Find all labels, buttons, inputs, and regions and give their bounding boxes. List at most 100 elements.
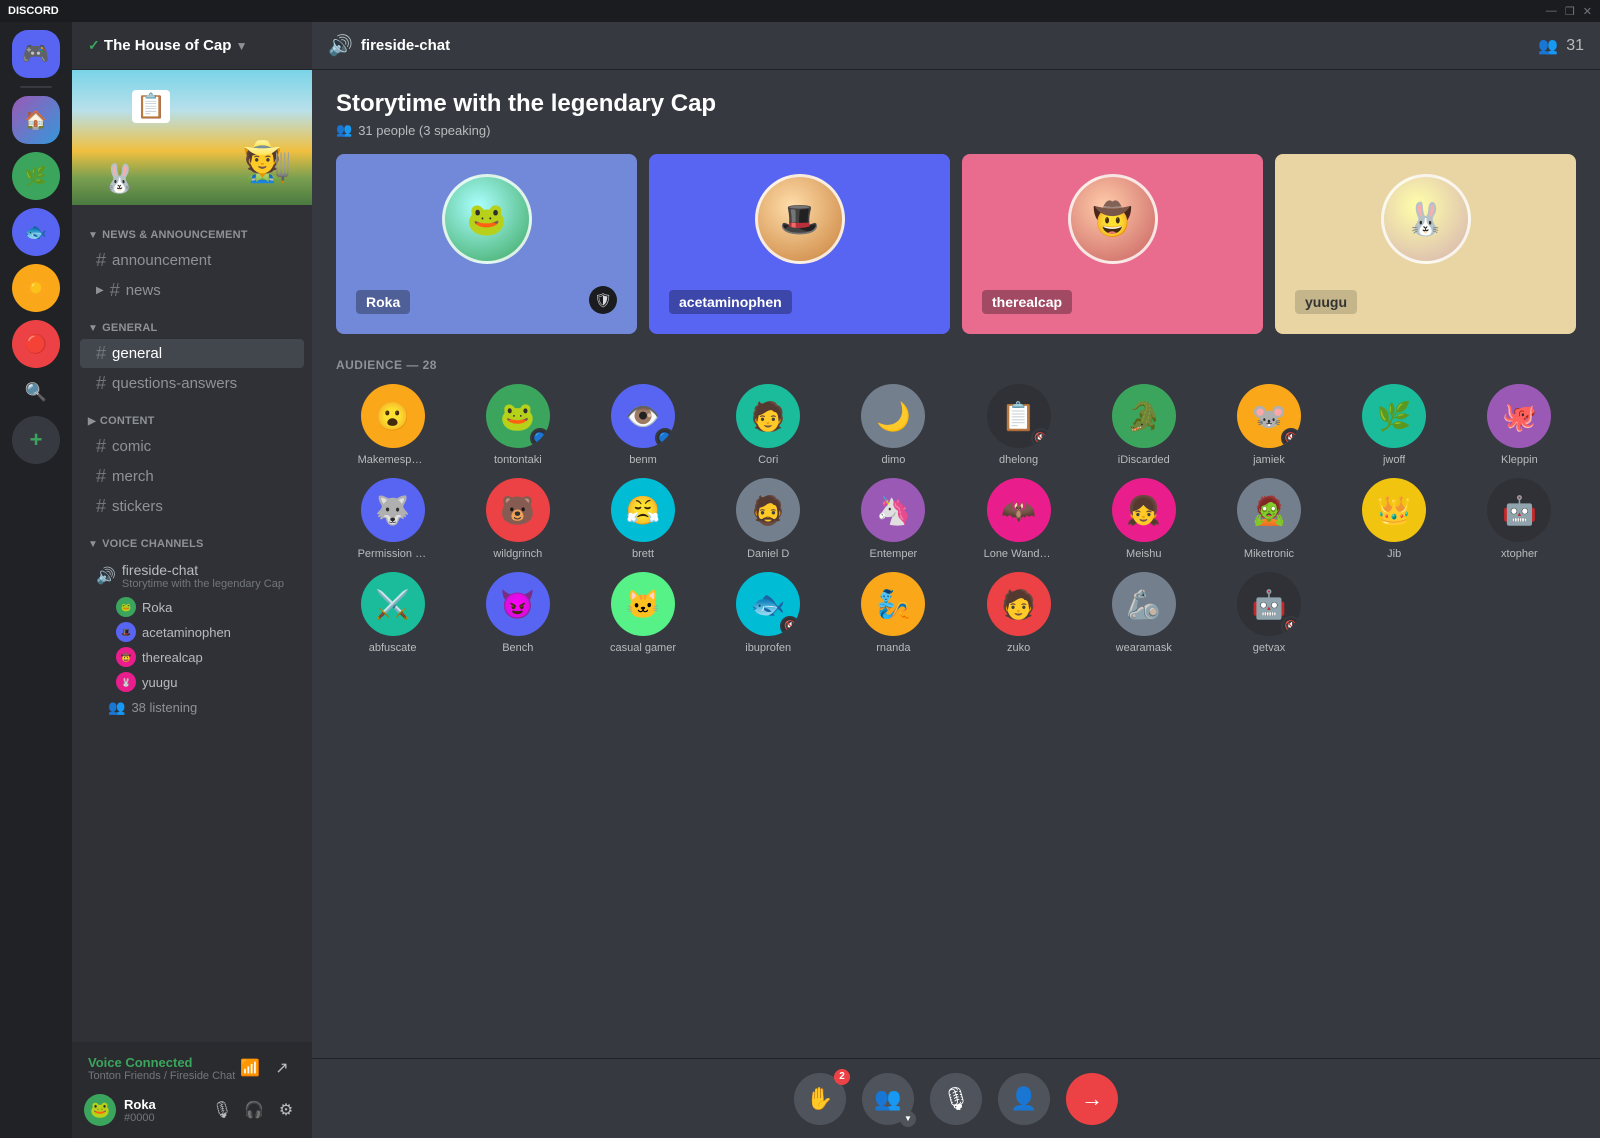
audience-member-dhelong[interactable]: 📋🔇dhelong [962,384,1075,466]
category-general[interactable]: ▼ GENERAL [72,306,312,338]
server-icon-housecap[interactable]: 🏠 [12,96,60,144]
server-icon-3[interactable]: 🐟 [12,208,60,256]
audience-member-wildgrinch[interactable]: 🐻wildgrinch [461,478,574,560]
audience-member-name: casual gamer [610,642,676,654]
server-icon-4[interactable]: ☀️ [12,264,60,312]
audience-member-dimo[interactable]: 🌙dimo [837,384,950,466]
hash-icon: # [96,466,106,487]
category-voice[interactable]: ▼ VOICE CHANNELS [72,522,312,554]
audience-member-abfuscate[interactable]: ⚔️abfuscate [336,572,449,654]
category-news[interactable]: ▼ NEWS & ANNOUNCEMENT [72,213,312,245]
channel-news[interactable]: ▶ # news [80,276,304,305]
add-person-icon: 👤 [1010,1086,1037,1112]
server-icon-2[interactable]: 🌿 [12,152,60,200]
speaker-card-yuugu[interactable]: 🐰 yuugu [1275,154,1576,334]
audience-avatar: 🤖🔇 [1237,572,1301,636]
close-btn[interactable]: ✕ [1583,5,1592,18]
audience-member-wearamask[interactable]: 🦾wearamask [1087,572,1200,654]
collapse-arrow: ▼ [88,323,98,334]
server-name-header[interactable]: ✓ The House of Cap ▼ [72,22,312,70]
speaker-card-acetaminophen[interactable]: 🎩 acetaminophen [649,154,950,334]
mic-btn[interactable]: 🎙 [930,1073,982,1125]
voice-location: Tonton Friends / Fireside Chat [88,1070,236,1082]
audience-member-name: wearamask [1116,642,1172,654]
channel-qa[interactable]: # questions-answers [80,369,304,398]
audience-avatar: 🐊 [1112,384,1176,448]
voice-user-yuugu[interactable]: 🐰 yuugu [80,670,304,694]
audience-member-cori[interactable]: 🧑Cori [712,384,825,466]
invite-btn[interactable]: 👥 ▼ [862,1073,914,1125]
audience-member-daniel-d[interactable]: 🧔Daniel D [712,478,825,560]
audience-member-name: Bench [502,642,533,654]
leave-stage-btn[interactable]: → [1066,1073,1118,1125]
channel-general[interactable]: # general [80,339,304,368]
audience-member-name: tontontaki [494,454,542,466]
audience-member-bench[interactable]: 😈Bench [461,572,574,654]
server-list: 🎮 🏠 🌿 🐟 ☀️ 🔴 🔍 + [0,22,72,1138]
audience-member-jamiek[interactable]: 🐭🔇jamiek [1212,384,1325,466]
audience-member-idiscarded[interactable]: 🐊iDiscarded [1087,384,1200,466]
voice-user-acetaminophen[interactable]: 🎩 acetaminophen [80,620,304,644]
speaker-card-roka[interactable]: 🐸 Roka 🛡 [336,154,637,334]
username: Roka [124,1097,200,1112]
audience-avatar: 🐟🔇 [736,572,800,636]
server-divider [20,86,52,88]
speaker-name: yuugu [1295,290,1357,314]
mute-btn[interactable]: 🎙 [208,1096,236,1124]
server-banner: 🧑‍🌾 🐰 📋 [72,70,312,205]
voice-leave-btn[interactable]: ↗ [268,1054,296,1082]
audience-member-xtopher[interactable]: 🤖xtopher [1463,478,1576,560]
voice-user-roka[interactable]: 🐸 Roka [80,595,304,619]
server-icon-discord[interactable]: 🎮 [12,30,60,78]
voice-signal-btn[interactable]: 📶 [236,1054,264,1082]
audience-member-name: dhelong [999,454,1038,466]
audience-member-rnanda[interactable]: 🧞rnanda [837,572,950,654]
raise-hand-badge: 2 [834,1069,850,1085]
audience-member-entemper[interactable]: 🦄Entemper [837,478,950,560]
server-icon-5[interactable]: 🔴 [12,320,60,368]
audience-avatar: 🌙 [861,384,925,448]
audience-avatar: 😤 [611,478,675,542]
status-badge: 🔇 [1281,616,1301,636]
audience-member-casual-gamer[interactable]: 🐱casual gamer [586,572,699,654]
user-info: Roka #0000 [124,1097,200,1124]
audience-member-lone-wanderer[interactable]: 🦇Lone Wanderer [962,478,1075,560]
deafen-btn[interactable]: 🎧 [240,1096,268,1124]
audience-member-jib[interactable]: 👑Jib [1338,478,1451,560]
channel-comic[interactable]: # comic [80,432,304,461]
audience-member-benm[interactable]: 👁️🔵benm [586,384,699,466]
audience-member-brett[interactable]: 😤 brett [586,478,699,560]
raise-hand-btn[interactable]: ✋ 2 [794,1073,846,1125]
audience-member-getvax[interactable]: 🤖🔇getvax [1212,572,1325,654]
audience-member-miketronic[interactable]: 🧟Miketronic [1212,478,1325,560]
audience-member-ibuprofen[interactable]: 🐟🔇ibuprofen [712,572,825,654]
audience-member-meishu[interactable]: 👧Meishu [1087,478,1200,560]
category-content[interactable]: ▶ CONTENT [72,399,312,431]
voice-channel-fireside[interactable]: 🔊 fireside-chat Storytime with the legen… [80,558,304,594]
discover-servers-btn[interactable]: 🔍 [20,376,52,408]
channel-list: ▼ NEWS & ANNOUNCEMENT # announcement ▶ #… [72,205,312,1042]
add-person-btn[interactable]: 👤 [998,1073,1050,1125]
server-dropdown-arrow: ▼ [236,39,248,53]
people-icon: 👥 [336,122,352,138]
audience-member-kleppin[interactable]: 🐙Kleppin [1463,384,1576,466]
add-server-btn[interactable]: + [12,416,60,464]
voice-user-therealcap[interactable]: 🤠 therealcap [80,645,304,669]
minimize-btn[interactable]: — [1546,5,1557,18]
audience-member-makemespeakrr[interactable]: 😮Makemespeakrr [336,384,449,466]
audience-member-name: brett [632,548,654,560]
channel-announcement[interactable]: # announcement [80,246,304,275]
channel-stickers[interactable]: # stickers [80,492,304,521]
channel-name: news [126,282,161,299]
audience-avatar: 🧟 [1237,478,1301,542]
window-controls[interactable]: — ❐ ✕ [1546,5,1592,18]
audience-member-jwoff[interactable]: 🌿jwoff [1338,384,1451,466]
audience-member-permission-man[interactable]: 🐺Permission Man [336,478,449,560]
channel-merch[interactable]: # merch [80,462,304,491]
audience-member-zuko[interactable]: 🧑zuko [962,572,1075,654]
speaker-card-therealcap[interactable]: 🤠 therealcap [962,154,1263,334]
app-title: DISCORD [8,5,59,17]
settings-btn[interactable]: ⚙ [272,1096,300,1124]
audience-member-tontontaki[interactable]: 🐸🔵tontontaki [461,384,574,466]
maximize-btn[interactable]: ❐ [1565,5,1575,18]
